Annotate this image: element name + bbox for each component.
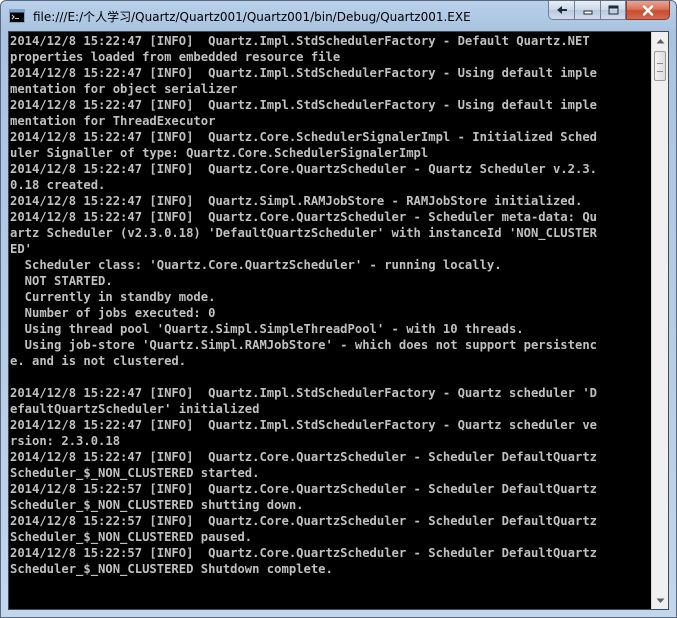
caption-buttons: [548, 1, 670, 21]
console-app-icon[interactable]: [9, 9, 25, 23]
close-button[interactable]: [626, 1, 670, 20]
console-output[interactable]: 2014/12/8 15:22:47 [INFO] Quartz.Impl.St…: [10, 33, 652, 608]
restore-arrow-icon: [556, 6, 567, 14]
title-bar[interactable]: file:///E:/个人学习/Quartz/Quartz001/Quartz0…: [1, 1, 676, 31]
scroll-thumb[interactable]: [654, 51, 666, 81]
console-window: file:///E:/个人学习/Quartz/Quartz001/Quartz0…: [0, 0, 677, 618]
console-log-text: 2014/12/8 15:22:47 [INFO] Quartz.Impl.St…: [10, 34, 597, 576]
scroll-down-arrow-icon: [656, 598, 664, 603]
maximize-button[interactable]: [600, 1, 626, 20]
scroll-up-arrow-icon: [656, 38, 664, 43]
window-title: file:///E:/个人学习/Quartz/Quartz001/Quartz0…: [33, 10, 471, 24]
close-icon: [642, 4, 654, 16]
minimize-icon: [583, 10, 592, 15]
maximize-icon: [608, 5, 618, 15]
scroll-down-button[interactable]: [652, 592, 668, 609]
thumb-grip: [657, 63, 663, 72]
vertical-scrollbar[interactable]: [651, 32, 668, 609]
minimize-button[interactable]: [574, 1, 600, 20]
restore-down-button[interactable]: [548, 1, 574, 20]
scroll-up-button[interactable]: [652, 32, 668, 49]
console-client-area: 2014/12/8 15:22:47 [INFO] Quartz.Impl.St…: [8, 31, 669, 610]
